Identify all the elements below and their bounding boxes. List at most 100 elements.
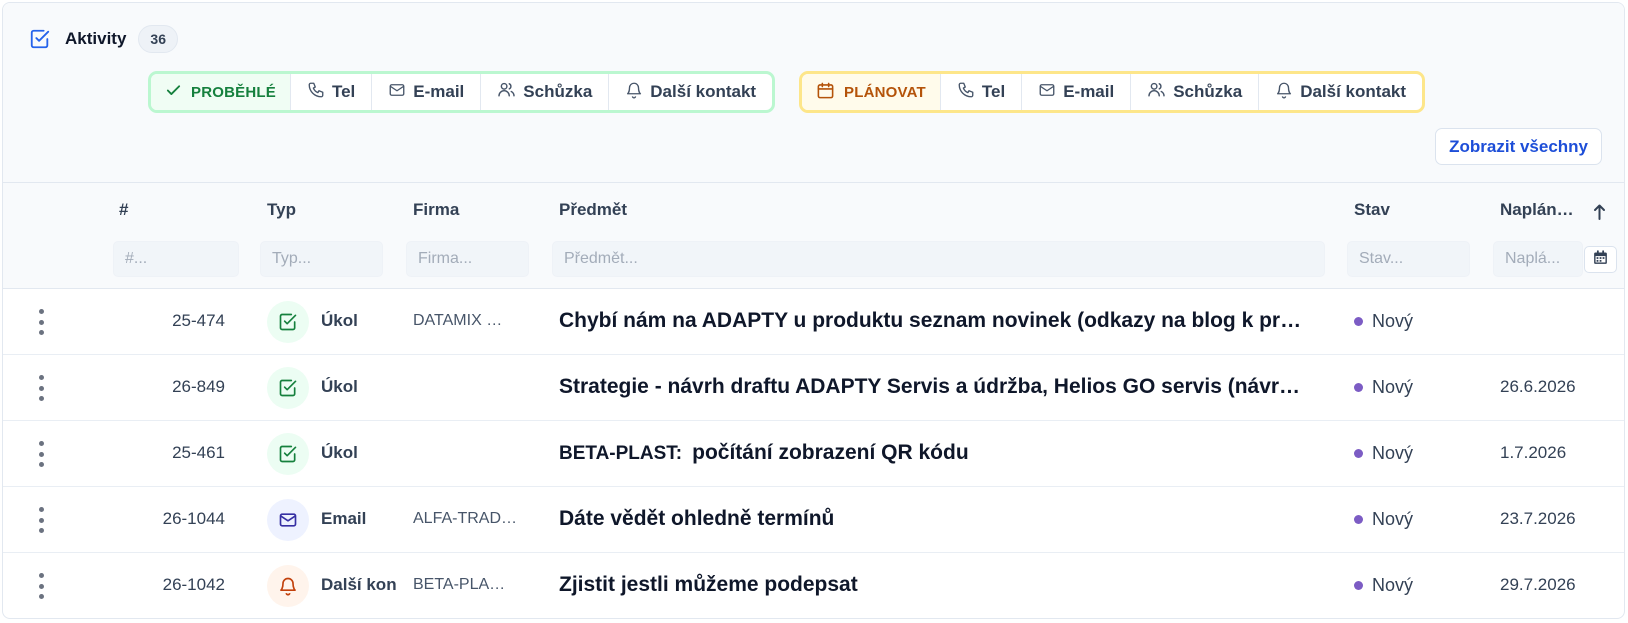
row-subject[interactable]: Strategie - návrh draftu ADAPTY Servis a… bbox=[559, 375, 1314, 399]
phone-icon bbox=[307, 81, 325, 104]
row-status: Nový bbox=[1354, 509, 1413, 530]
row-status: Nový bbox=[1354, 443, 1413, 464]
row-company[interactable]: ALFA-TRAD… bbox=[413, 510, 521, 528]
plan-actions-group: PLÁNOVAT Tel E-mail Schůzka Další kontak… bbox=[799, 71, 1426, 113]
row-menu-icon[interactable] bbox=[34, 573, 48, 599]
bell-icon bbox=[625, 81, 643, 104]
row-subject[interactable]: Chybí nám na ADAPTY u produktu seznam no… bbox=[559, 309, 1314, 333]
count-badge: 36 bbox=[138, 25, 178, 53]
row-subject-text: Chybí nám na ADAPTY u produktu seznam no… bbox=[559, 309, 1302, 332]
table-row[interactable]: 26-849 Úkol Strategie - návrh draftu ADA… bbox=[3, 355, 1624, 421]
row-subject-text: Strategie - návrh draftu ADAPTY Servis a… bbox=[559, 375, 1301, 398]
row-status: Nový bbox=[1354, 575, 1413, 596]
column-header-status[interactable]: Stav bbox=[1354, 200, 1390, 220]
row-subject-text: počítání zobrazení QR kódu bbox=[692, 441, 969, 464]
plan-tel-button[interactable]: Tel bbox=[939, 74, 1021, 110]
row-type: Úkol bbox=[321, 443, 358, 462]
row-date: 1.7.2026 bbox=[1500, 443, 1567, 462]
row-subject[interactable]: Dáte vědět ohledně termínů bbox=[559, 507, 1314, 531]
task-check-icon bbox=[267, 367, 309, 409]
row-num: 25-461 bbox=[172, 443, 225, 462]
row-status: Nový bbox=[1354, 311, 1413, 332]
row-status-text: Nový bbox=[1372, 377, 1414, 397]
row-num: 26-849 bbox=[172, 377, 225, 396]
status-dot bbox=[1354, 515, 1363, 524]
row-subject[interactable]: Zjistit jestli můžeme podepsat bbox=[559, 573, 1314, 597]
users-icon bbox=[1147, 80, 1166, 104]
column-header-type[interactable]: Typ bbox=[267, 200, 296, 220]
row-subject[interactable]: BETA-PLAST: počítání zobrazení QR kódu bbox=[559, 441, 1314, 465]
row-menu-icon[interactable] bbox=[34, 309, 48, 335]
bell-icon bbox=[1275, 81, 1293, 104]
column-header-company[interactable]: Firma bbox=[413, 200, 459, 220]
filter-num-input[interactable]: #... bbox=[113, 241, 239, 277]
row-menu-icon[interactable] bbox=[34, 441, 48, 467]
done-other-contact-label: Další kontakt bbox=[650, 82, 757, 101]
row-type: Další kon bbox=[321, 575, 397, 594]
filter-planned-input[interactable]: Naplá... bbox=[1493, 241, 1583, 277]
mail-icon bbox=[1038, 81, 1056, 104]
users-icon bbox=[497, 80, 516, 104]
row-status: Nový bbox=[1354, 377, 1413, 398]
status-dot bbox=[1354, 317, 1363, 326]
row-num: 26-1042 bbox=[162, 575, 225, 594]
row-subject-text: Zjistit jestli můžeme podepsat bbox=[559, 573, 858, 596]
plan-other-contact-button[interactable]: Další kontakt bbox=[1258, 74, 1422, 110]
column-header-subject[interactable]: Předmět bbox=[559, 200, 627, 220]
plan-other-contact-label: Další kontakt bbox=[1300, 82, 1407, 101]
table-row[interactable]: 25-461 Úkol BETA-PLAST: počítání zobrazen… bbox=[3, 421, 1624, 487]
filter-type-input[interactable]: Typ... bbox=[260, 241, 383, 277]
table-row[interactable]: 25-474 Úkol DATAMIX … Chybí nám na ADAPT… bbox=[3, 289, 1624, 355]
filter-subject-input[interactable]: Předmět... bbox=[552, 241, 1325, 277]
checkbox-square-icon bbox=[29, 28, 51, 50]
row-company[interactable]: DATAMIX … bbox=[413, 312, 521, 330]
row-type: Email bbox=[321, 509, 367, 528]
task-check-icon bbox=[267, 433, 309, 475]
done-tel-button[interactable]: Tel bbox=[289, 74, 371, 110]
title-row: Aktivity 36 bbox=[29, 25, 178, 53]
plan-label-button[interactable]: PLÁNOVAT bbox=[802, 74, 940, 110]
row-date: 23.7.2026 bbox=[1500, 509, 1576, 528]
filter-status-input[interactable]: Stav... bbox=[1347, 241, 1470, 277]
done-meeting-button[interactable]: Schůzka bbox=[480, 74, 608, 110]
sort-asc-icon[interactable] bbox=[1593, 203, 1606, 226]
mail-icon bbox=[388, 81, 406, 104]
status-dot bbox=[1354, 449, 1363, 458]
row-type: Úkol bbox=[321, 311, 358, 330]
filter-company-input[interactable]: Firma... bbox=[406, 241, 529, 277]
table-row[interactable]: 26-1044 Email ALFA-TRAD… Dáte vědět ohle… bbox=[3, 487, 1624, 553]
row-menu-icon[interactable] bbox=[34, 507, 48, 533]
date-picker-button[interactable] bbox=[1584, 246, 1617, 273]
status-dot bbox=[1354, 383, 1363, 392]
row-subject-prefix: BETA-PLAST: bbox=[559, 443, 683, 464]
done-actions-group: PROBĚHLÉ Tel E-mail Schůzka Další kontak… bbox=[148, 71, 776, 113]
mail-icon bbox=[267, 499, 309, 541]
row-company[interactable]: BETA-PLA… bbox=[413, 576, 521, 594]
row-subject-text: Dáte vědět ohledně termínů bbox=[559, 507, 835, 530]
phone-icon bbox=[957, 81, 975, 104]
done-other-contact-button[interactable]: Další kontakt bbox=[608, 74, 772, 110]
done-email-button[interactable]: E-mail bbox=[371, 74, 480, 110]
done-email-label: E-mail bbox=[413, 82, 465, 101]
plan-meeting-label: Schůzka bbox=[1173, 82, 1243, 101]
task-check-icon bbox=[267, 301, 309, 343]
row-date: 26.6.2026 bbox=[1500, 377, 1576, 396]
row-num: 26-1044 bbox=[162, 509, 225, 528]
row-status-text: Nový bbox=[1372, 575, 1414, 595]
row-status-text: Nový bbox=[1372, 443, 1414, 463]
status-dot bbox=[1354, 581, 1363, 590]
calendar-icon bbox=[816, 81, 835, 104]
show-all-button[interactable]: Zobrazit všechny bbox=[1435, 128, 1602, 165]
table-row[interactable]: 26-1042 Další kon BETA-PLA… Zjistit jest… bbox=[3, 553, 1624, 618]
plan-meeting-button[interactable]: Schůzka bbox=[1130, 74, 1258, 110]
row-status-text: Nový bbox=[1372, 509, 1414, 529]
done-label-button[interactable]: PROBĚHLÉ bbox=[151, 74, 290, 110]
plan-email-label: E-mail bbox=[1063, 82, 1115, 101]
row-menu-icon[interactable] bbox=[34, 375, 48, 401]
row-num: 25-474 bbox=[172, 311, 225, 330]
column-header-num[interactable]: # bbox=[119, 200, 128, 220]
done-label: PROBĚHLÉ bbox=[191, 83, 276, 101]
plan-label: PLÁNOVAT bbox=[844, 83, 926, 101]
plan-email-button[interactable]: E-mail bbox=[1021, 74, 1130, 110]
column-header-planned[interactable]: Naplán… bbox=[1500, 200, 1574, 220]
